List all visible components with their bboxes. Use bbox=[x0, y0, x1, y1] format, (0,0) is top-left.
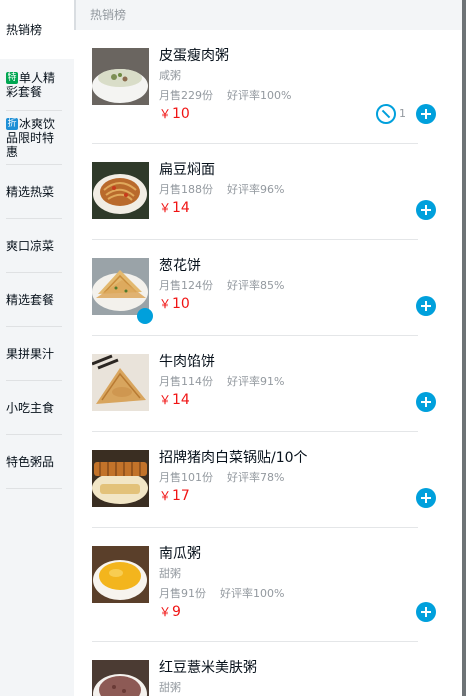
food-name: 葱花饼 bbox=[159, 258, 201, 274]
divider bbox=[92, 239, 418, 240]
food-desc: 甜粥 bbox=[159, 567, 181, 580]
category-hot-sales[interactable]: 热销榜 bbox=[0, 0, 74, 59]
food-price: ￥10 bbox=[159, 296, 190, 312]
food-sales: 月售101份 bbox=[159, 471, 213, 484]
cart-count: 1 bbox=[399, 107, 406, 120]
special-tag-icon: 特 bbox=[6, 71, 18, 84]
add-button[interactable] bbox=[416, 602, 436, 622]
food-name: 南瓜粥 bbox=[159, 546, 201, 562]
pumpkin-porridge-image bbox=[92, 546, 149, 603]
category-hot-dishes[interactable]: 精选热菜 bbox=[0, 165, 74, 219]
food-price: ￥14 bbox=[159, 200, 190, 216]
divider bbox=[92, 335, 418, 336]
discount-tag-icon: 折 bbox=[6, 117, 18, 130]
category-label: 果拼果汁 bbox=[6, 346, 55, 361]
food-sales: 月售188份 bbox=[159, 183, 213, 196]
food-list: 热销榜 皮蛋瘦肉粥 咸粥 月售229份 好评率100% ￥10 1 扁豆焖面 月售… bbox=[74, 0, 466, 696]
divider bbox=[92, 641, 418, 642]
food-name: 牛肉馅饼 bbox=[159, 354, 215, 370]
food-rating: 好评率100% bbox=[220, 587, 285, 600]
category-label: 特色粥品 bbox=[6, 454, 55, 469]
category-label: 小吃主食 bbox=[6, 400, 55, 415]
food-item: 皮蛋瘦肉粥 咸粥 月售229份 好评率100% ￥10 1 bbox=[92, 48, 444, 144]
add-button[interactable] bbox=[416, 104, 436, 124]
food-item: 扁豆焖面 月售188份 好评率96% ￥14 bbox=[92, 162, 444, 240]
add-button[interactable] bbox=[416, 200, 436, 220]
food-item: 南瓜粥 甜粥 月售91份 好评率100% ￥9 bbox=[92, 546, 444, 642]
food-item: 葱花饼 月售124份 好评率85% ￥10 bbox=[92, 258, 444, 336]
food-item: 红豆薏米美肤粥 甜粥 bbox=[92, 660, 444, 696]
category-cold-drinks[interactable]: 折冰爽饮品限时特惠 bbox=[0, 111, 74, 165]
food-rating: 好评率100% bbox=[227, 89, 292, 102]
category-label: 热销榜 bbox=[6, 22, 43, 37]
currency-symbol: ￥ bbox=[159, 605, 172, 619]
food-rating: 好评率91% bbox=[227, 375, 285, 388]
food-item: 招牌猪肉白菜锅贴/10个 月售101份 好评率78% ￥17 bbox=[92, 450, 444, 528]
food-sales: 月售229份 bbox=[159, 89, 213, 102]
divider bbox=[92, 527, 418, 528]
add-button[interactable] bbox=[416, 488, 436, 508]
divider bbox=[92, 431, 418, 432]
meat-pie-image bbox=[92, 354, 149, 411]
food-desc: 甜粥 bbox=[159, 681, 181, 694]
red-bean-porridge-image bbox=[92, 660, 149, 696]
pancake-image bbox=[92, 258, 149, 315]
category-cold-dishes[interactable]: 爽口凉菜 bbox=[0, 219, 74, 273]
food-name: 红豆薏米美肤粥 bbox=[159, 660, 257, 676]
food-price: ￥17 bbox=[159, 488, 190, 504]
divider bbox=[92, 143, 418, 144]
category-label: 精选热菜 bbox=[6, 184, 55, 199]
food-item: 牛肉馅饼 月售114份 好评率91% ￥14 bbox=[92, 354, 444, 432]
category-label: 精选套餐 bbox=[6, 292, 55, 307]
food-sales: 月售114份 bbox=[159, 375, 213, 388]
add-button[interactable] bbox=[416, 392, 436, 412]
food-price: ￥9 bbox=[159, 604, 181, 620]
category-single-combo[interactable]: 特单人精彩套餐 bbox=[0, 59, 74, 111]
food-sales: 月售124份 bbox=[159, 279, 213, 292]
add-button[interactable] bbox=[416, 296, 436, 316]
food-rating: 好评率85% bbox=[227, 279, 285, 292]
currency-symbol: ￥ bbox=[159, 297, 172, 311]
food-rating: 好评率96% bbox=[227, 183, 285, 196]
food-rating: 好评率78% bbox=[227, 471, 285, 484]
cart-fly-ball bbox=[137, 308, 153, 324]
window-edge bbox=[462, 0, 466, 696]
food-price: ￥10 bbox=[159, 106, 190, 122]
category-porridge[interactable]: 特色粥品 bbox=[0, 435, 74, 489]
noodles-image bbox=[92, 162, 149, 219]
potsticker-image bbox=[92, 450, 149, 507]
food-price: ￥14 bbox=[159, 392, 190, 408]
currency-symbol: ￥ bbox=[159, 489, 172, 503]
category-fruit-juice[interactable]: 果拼果汁 bbox=[0, 327, 74, 381]
currency-symbol: ￥ bbox=[159, 201, 172, 215]
category-sidebar: 热销榜 特单人精彩套餐 折冰爽饮品限时特惠 精选热菜 爽口凉菜 精选套餐 果拼果… bbox=[0, 0, 74, 696]
section-title: 热销榜 bbox=[74, 0, 466, 30]
food-desc: 咸粥 bbox=[159, 69, 181, 82]
category-set-meals[interactable]: 精选套餐 bbox=[0, 273, 74, 327]
food-name: 皮蛋瘦肉粥 bbox=[159, 48, 229, 64]
currency-symbol: ￥ bbox=[159, 393, 172, 407]
porridge-image bbox=[92, 48, 149, 105]
food-name: 扁豆焖面 bbox=[159, 162, 215, 178]
category-snacks-staples[interactable]: 小吃主食 bbox=[0, 381, 74, 435]
currency-symbol: ￥ bbox=[159, 107, 172, 121]
category-label: 爽口凉菜 bbox=[6, 238, 55, 253]
decrease-button[interactable] bbox=[376, 104, 396, 124]
food-name: 招牌猪肉白菜锅贴/10个 bbox=[159, 450, 308, 466]
food-sales: 月售91份 bbox=[159, 587, 206, 600]
